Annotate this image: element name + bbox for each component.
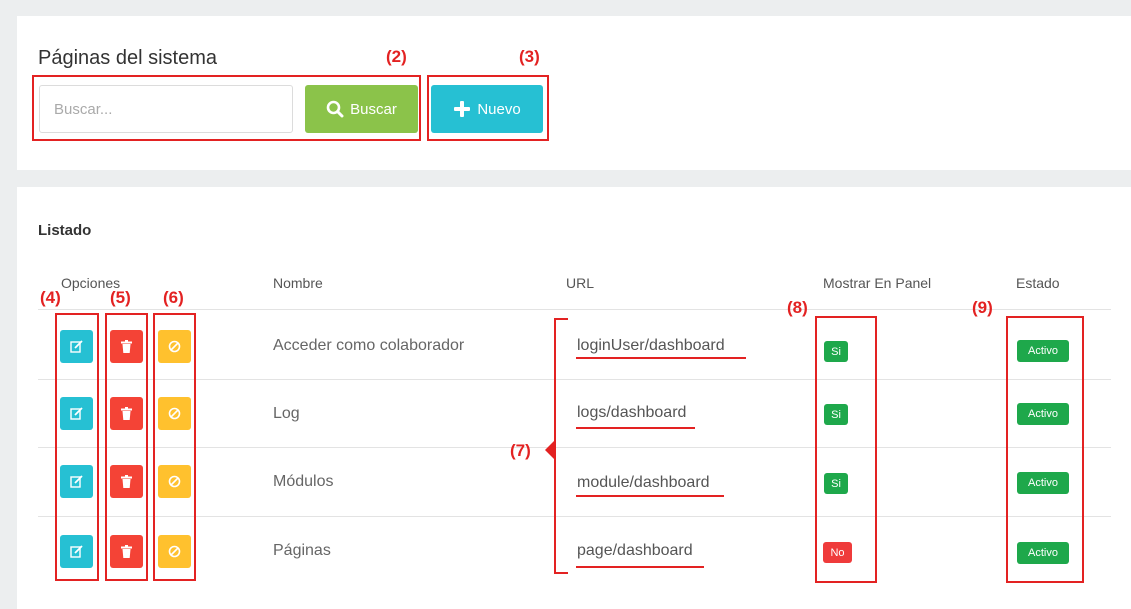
disable-button[interactable]: [158, 397, 191, 430]
show-in-panel-badge: Si: [824, 341, 848, 362]
annotation-bracket: [554, 318, 568, 574]
status-badge: Activo: [1017, 542, 1069, 564]
edit-button[interactable]: [60, 397, 93, 430]
new-button[interactable]: Nuevo: [431, 85, 543, 133]
column-header-name: Nombre: [273, 275, 323, 291]
row-name: Acceder como colaborador: [273, 337, 465, 354]
disable-button[interactable]: [158, 330, 191, 363]
annotation-label-4: (4): [40, 288, 61, 307]
row-url[interactable]: page/dashboard: [577, 542, 693, 560]
edit-button[interactable]: [60, 465, 93, 498]
show-in-panel-badge: Si: [824, 404, 848, 425]
url-underline: [576, 427, 695, 429]
table-divider: [38, 309, 1111, 310]
column-header-show-in-panel: Mostrar En Panel: [823, 275, 932, 291]
edit-icon: [70, 407, 83, 420]
disable-button[interactable]: [158, 465, 191, 498]
trash-icon: [121, 545, 132, 558]
status-badge: Activo: [1017, 472, 1069, 494]
trash-icon: [121, 475, 132, 488]
disable-button[interactable]: [158, 535, 191, 568]
annotation-label-6: (6): [163, 288, 184, 307]
annotation-bracket-arrow: [545, 440, 555, 460]
ban-icon: [168, 407, 181, 420]
ban-icon: [168, 340, 181, 353]
row-name: Módulos: [273, 473, 334, 490]
url-underline: [576, 495, 724, 497]
list-title: Listado: [38, 222, 92, 239]
search-icon: [326, 100, 344, 118]
annotation-label-2: (2): [386, 47, 407, 66]
delete-button[interactable]: [110, 330, 143, 363]
search-button-label: Buscar: [350, 100, 397, 118]
search-button[interactable]: Buscar: [305, 85, 418, 133]
delete-button[interactable]: [110, 397, 143, 430]
delete-button[interactable]: [110, 535, 143, 568]
row-name: Páginas: [273, 542, 331, 559]
annotation-label-7: (7): [510, 441, 531, 460]
trash-icon: [121, 407, 132, 420]
row-url[interactable]: logs/dashboard: [577, 404, 686, 422]
delete-button[interactable]: [110, 465, 143, 498]
row-url[interactable]: module/dashboard: [577, 474, 710, 492]
column-header-status: Estado: [1016, 275, 1060, 291]
page-title: Páginas del sistema: [38, 47, 217, 69]
column-header-url: URL: [566, 275, 595, 291]
table-divider: [38, 379, 1111, 380]
url-underline: [576, 566, 704, 568]
row-url[interactable]: loginUser/dashboard: [577, 337, 725, 355]
annotation-label-9: (9): [972, 298, 993, 317]
ban-icon: [168, 545, 181, 558]
edit-icon: [70, 475, 83, 488]
search-input[interactable]: [39, 85, 293, 133]
edit-button[interactable]: [60, 330, 93, 363]
edit-icon: [70, 545, 83, 558]
annotation-label-8: (8): [787, 298, 808, 317]
status-badge: Activo: [1017, 340, 1069, 362]
new-button-label: Nuevo: [477, 100, 521, 118]
status-badge: Activo: [1017, 403, 1069, 425]
table-divider: [38, 447, 1111, 448]
show-in-panel-badge: Si: [824, 473, 848, 494]
plus-icon: [454, 101, 471, 117]
row-name: Log: [273, 405, 300, 422]
edit-icon: [70, 340, 83, 353]
ban-icon: [168, 475, 181, 488]
trash-icon: [121, 340, 132, 353]
url-underline: [576, 357, 746, 359]
show-in-panel-badge: No: [823, 542, 852, 563]
table-divider: [38, 516, 1111, 517]
edit-button[interactable]: [60, 535, 93, 568]
annotation-label-5: (5): [110, 288, 131, 307]
annotation-label-3: (3): [519, 47, 540, 66]
